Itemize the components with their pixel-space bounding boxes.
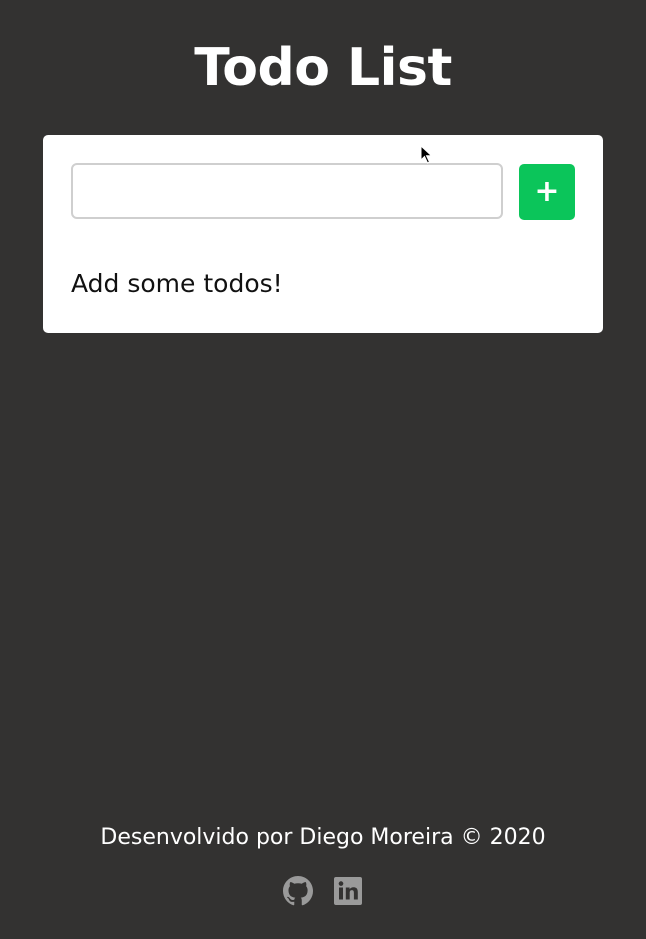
social-links: [0, 876, 646, 906]
github-icon: [283, 876, 313, 906]
empty-todos-message: Add some todos!: [71, 269, 283, 298]
mouse-cursor-icon: [420, 145, 433, 164]
add-todo-button[interactable]: +: [519, 164, 575, 220]
footer-credit: Desenvolvido por Diego Moreira © 2020: [100, 825, 546, 850]
linkedin-link[interactable]: [333, 876, 363, 906]
todo-card: + Add some todos!: [43, 135, 603, 333]
linkedin-icon: [334, 877, 362, 905]
todo-input[interactable]: [71, 163, 503, 219]
github-link[interactable]: [283, 876, 313, 906]
page-title: Todo List: [194, 38, 452, 98]
